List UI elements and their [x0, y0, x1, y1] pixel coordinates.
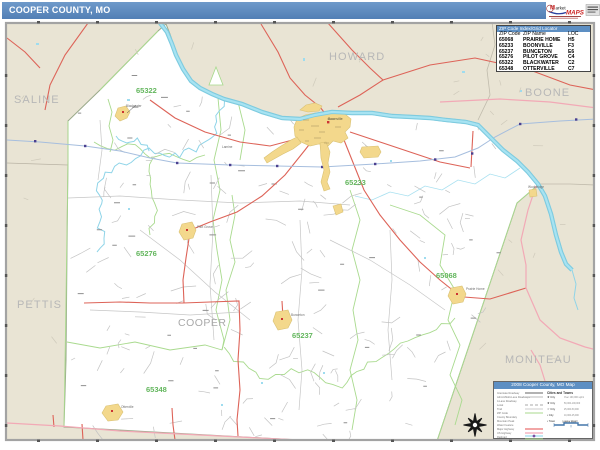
- svg-text:SALINE: SALINE: [14, 94, 60, 106]
- svg-text:Lamine: Lamine: [222, 145, 233, 149]
- svg-text:US Highway: US Highway: [497, 431, 512, 435]
- svg-text:HOWARD: HOWARD: [329, 51, 385, 63]
- svg-text:Trail: Trail: [497, 407, 502, 411]
- svg-text:County Boundary: County Boundary: [497, 415, 518, 419]
- svg-text:Water Feature: Water Feature: [497, 423, 514, 427]
- svg-text:Boonville: Boonville: [328, 117, 343, 121]
- svg-text:☆ City: ☆ City: [547, 407, 556, 411]
- svg-text:• City: • City: [547, 413, 554, 417]
- svg-text:MAPS: MAPS: [566, 10, 585, 17]
- svg-text:50,000-100,000: 50,000-100,000: [564, 403, 581, 405]
- svg-text:65233: 65233: [345, 178, 366, 187]
- svg-text:ZIP Code: ZIP Code: [497, 411, 508, 415]
- svg-text:65322: 65322: [136, 86, 157, 95]
- svg-text:4-Lane Roadway: 4-Lane Roadway: [497, 399, 517, 403]
- svg-text:BOONE: BOONE: [525, 87, 570, 99]
- svg-text:★ City: ★ City: [547, 395, 556, 399]
- svg-text:25,000-50,000: 25,000-50,000: [564, 409, 580, 411]
- svg-text:COOPER: COOPER: [178, 317, 227, 329]
- svg-text:65348: 65348: [146, 385, 167, 394]
- svg-text:Bunceton: Bunceton: [291, 313, 305, 317]
- svg-text:65068: 65068: [436, 271, 457, 280]
- svg-text:Interstate Roadway: Interstate Roadway: [497, 391, 520, 395]
- svg-text:Pilot Grove: Pilot Grove: [197, 225, 213, 229]
- svg-text:Major Highway: Major Highway: [497, 427, 515, 431]
- svg-text:65276: 65276: [136, 249, 157, 258]
- svg-text:★ City: ★ City: [547, 401, 556, 405]
- svg-text:arket: arket: [556, 6, 567, 11]
- svg-text:MONITEAU: MONITEAU: [505, 354, 572, 366]
- svg-text:Blackwater: Blackwater: [126, 104, 143, 108]
- svg-text:Mountain Peak: Mountain Peak: [497, 419, 515, 423]
- svg-text:Local: Local: [497, 403, 504, 407]
- svg-text:PETTIS: PETTIS: [17, 299, 62, 311]
- svg-text:Over 100,000 sq/mi: Over 100,000 sq/mi: [564, 396, 585, 399]
- svg-text:• Town: • Town: [547, 419, 556, 423]
- svg-text:Otterville: Otterville: [121, 405, 134, 409]
- svg-text:Prairie Home: Prairie Home: [466, 287, 485, 291]
- svg-text:65237: 65237: [292, 331, 313, 340]
- svg-text:Wooldridge: Wooldridge: [528, 185, 544, 189]
- svg-text:10,000-25,000: 10,000-25,000: [564, 415, 580, 417]
- svg-text:Railroad: Railroad: [497, 435, 507, 439]
